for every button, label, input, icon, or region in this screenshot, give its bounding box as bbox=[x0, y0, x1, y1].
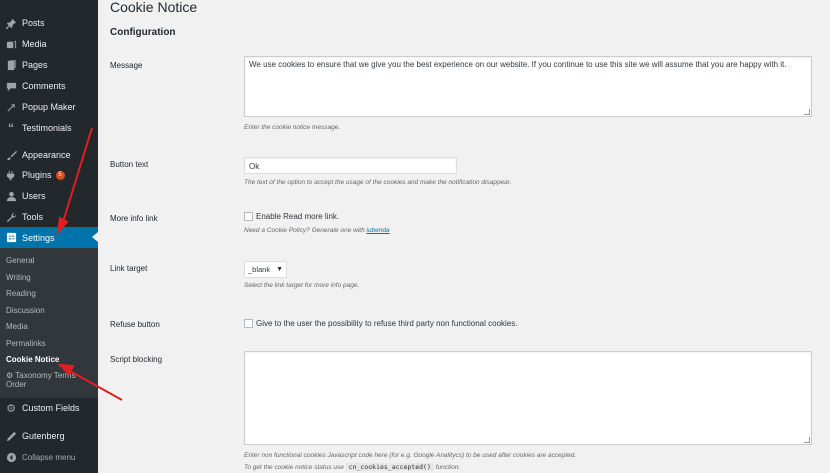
refuse-checkbox-label[interactable]: Give to the user the possibility to refu… bbox=[256, 319, 517, 328]
submenu-item-writing[interactable]: Writing bbox=[6, 273, 31, 282]
resize-grip[interactable] bbox=[804, 109, 810, 115]
submenu-item-media[interactable]: Media bbox=[6, 322, 28, 331]
user-icon bbox=[0, 191, 22, 202]
submenu-label-line2: Order bbox=[6, 380, 27, 389]
comments-icon bbox=[0, 81, 22, 92]
sidebar-item-label: Gutenberg bbox=[22, 431, 65, 441]
link-target-label: Link target bbox=[110, 264, 148, 273]
more-info-desc-text: Need a Cookie Policy? Generate one with bbox=[244, 227, 367, 234]
page-title: Cookie Notice bbox=[110, 0, 198, 15]
sidebar-item-label: Collapse menu bbox=[22, 452, 76, 462]
sidebar-item-label: Tools bbox=[22, 212, 44, 222]
submenu-item-reading[interactable]: Reading bbox=[6, 289, 36, 298]
sidebar-item-appearance[interactable]: Appearance bbox=[0, 145, 98, 165]
sidebar-item-label: Custom Fields bbox=[22, 403, 80, 413]
admin-sidebar: Posts Media Pages Comments Popup Maker “… bbox=[0, 0, 98, 473]
function-code: cn_cookies_accepted() bbox=[345, 463, 434, 471]
pin-icon bbox=[0, 18, 22, 29]
more-info-description: Need a Cookie Policy? Generate one with … bbox=[244, 227, 390, 234]
more-info-label: More info link bbox=[110, 214, 158, 223]
message-textarea[interactable]: We use cookies to ensure that we give yo… bbox=[244, 56, 812, 117]
button-text-description: The text of the option to accept the usa… bbox=[244, 179, 512, 186]
script-blocking-label: Script blocking bbox=[110, 355, 163, 364]
message-text: We use cookies to ensure that we give yo… bbox=[249, 60, 787, 69]
cog-icon: ⚙ bbox=[6, 402, 16, 415]
brush-icon bbox=[0, 150, 22, 161]
sidebar-item-settings[interactable]: Settings bbox=[0, 227, 98, 248]
quote-icon: “ bbox=[8, 121, 14, 135]
sidebar-item-media[interactable]: Media bbox=[0, 34, 98, 54]
sidebar-item-custom-fields[interactable]: ⚙ Custom Fields bbox=[0, 398, 98, 418]
media-icon bbox=[0, 39, 22, 50]
sidebar-item-label: Users bbox=[22, 191, 46, 201]
script-blocking-description: Enter non functional cookies Javascript … bbox=[244, 452, 577, 459]
main-content: Cookie Notice Configuration Message We u… bbox=[98, 0, 830, 473]
sidebar-item-comments[interactable]: Comments bbox=[0, 76, 98, 96]
wrench-icon bbox=[0, 212, 22, 223]
sidebar-item-label: Testimonials bbox=[22, 123, 72, 133]
sidebar-item-users[interactable]: Users bbox=[0, 186, 98, 206]
more-info-checkbox-label[interactable]: Enable Read more link. bbox=[256, 212, 339, 221]
script-blocking-status-hint: To get the cookie notice status use cn_c… bbox=[244, 463, 460, 471]
sidebar-item-label: Comments bbox=[22, 81, 66, 91]
status-hint-prefix: To get the cookie notice status use bbox=[244, 464, 346, 471]
plugin-update-badge: 5 bbox=[55, 170, 65, 180]
status-hint-suffix: function. bbox=[433, 464, 461, 471]
sidebar-item-popup-maker[interactable]: Popup Maker bbox=[0, 97, 98, 117]
sidebar-item-posts[interactable]: Posts bbox=[0, 13, 98, 33]
sidebar-item-label: Posts bbox=[22, 18, 45, 28]
button-text-label: Button text bbox=[110, 160, 149, 169]
submenu-label: Taxonomy Terms bbox=[15, 371, 76, 380]
pen-icon bbox=[0, 431, 22, 442]
submenu-item-cookie-notice[interactable]: Cookie Notice bbox=[6, 355, 59, 364]
plugin-icon bbox=[0, 170, 22, 181]
submenu-item-general[interactable]: General bbox=[6, 256, 34, 265]
sidebar-item-label: Settings bbox=[22, 232, 55, 243]
sidebar-item-plugins[interactable]: Plugins 5 bbox=[0, 165, 98, 185]
sidebar-item-label: Popup Maker bbox=[22, 102, 76, 112]
link-target-value: _blank bbox=[248, 265, 271, 274]
sidebar-item-label: Pages bbox=[22, 60, 48, 70]
sidebar-item-testimonials[interactable]: “ Testimonials bbox=[0, 118, 98, 138]
submenu-item-taxonomy-terms-order[interactable]: ⚙ Taxonomy Terms Order bbox=[6, 371, 76, 389]
more-info-checkbox[interactable] bbox=[244, 212, 253, 221]
popup-icon bbox=[0, 102, 22, 113]
sidebar-item-pages[interactable]: Pages bbox=[0, 55, 98, 75]
submenu-item-discussion[interactable]: Discussion bbox=[6, 306, 45, 315]
iubenda-link[interactable]: iubenda bbox=[367, 227, 390, 234]
section-title: Configuration bbox=[110, 27, 176, 38]
refuse-checkbox[interactable] bbox=[244, 319, 253, 328]
collapse-icon bbox=[0, 452, 22, 463]
sidebar-item-label: Plugins bbox=[22, 170, 52, 180]
sidebar-item-label: Media bbox=[22, 39, 47, 49]
link-target-description: Select the link target for more info pag… bbox=[244, 282, 360, 289]
script-blocking-textarea[interactable] bbox=[244, 351, 812, 445]
button-text-input[interactable]: Ok bbox=[244, 157, 457, 174]
collapse-menu-button[interactable]: Collapse menu bbox=[0, 447, 98, 467]
sidebar-item-tools[interactable]: Tools bbox=[0, 207, 98, 227]
pages-icon bbox=[0, 59, 22, 71]
sidebar-item-dashboard[interactable] bbox=[0, 0, 98, 10]
settings-icon bbox=[0, 232, 22, 243]
message-label: Message bbox=[110, 61, 143, 70]
sidebar-item-gutenberg[interactable]: Gutenberg bbox=[0, 426, 98, 446]
link-target-select[interactable]: _blank ▼ bbox=[244, 261, 288, 278]
submenu-item-permalinks[interactable]: Permalinks bbox=[6, 339, 46, 348]
sidebar-item-label: Appearance bbox=[22, 150, 71, 160]
settings-submenu: General Writing Reading Discussion Media… bbox=[0, 248, 98, 398]
gear-icon: ⚙ bbox=[6, 371, 14, 380]
refuse-button-label: Refuse button bbox=[110, 320, 160, 329]
resize-grip[interactable] bbox=[804, 437, 810, 443]
dropdown-arrow-icon: ▼ bbox=[276, 266, 284, 273]
message-description: Enter the cookie notice message. bbox=[244, 124, 341, 131]
